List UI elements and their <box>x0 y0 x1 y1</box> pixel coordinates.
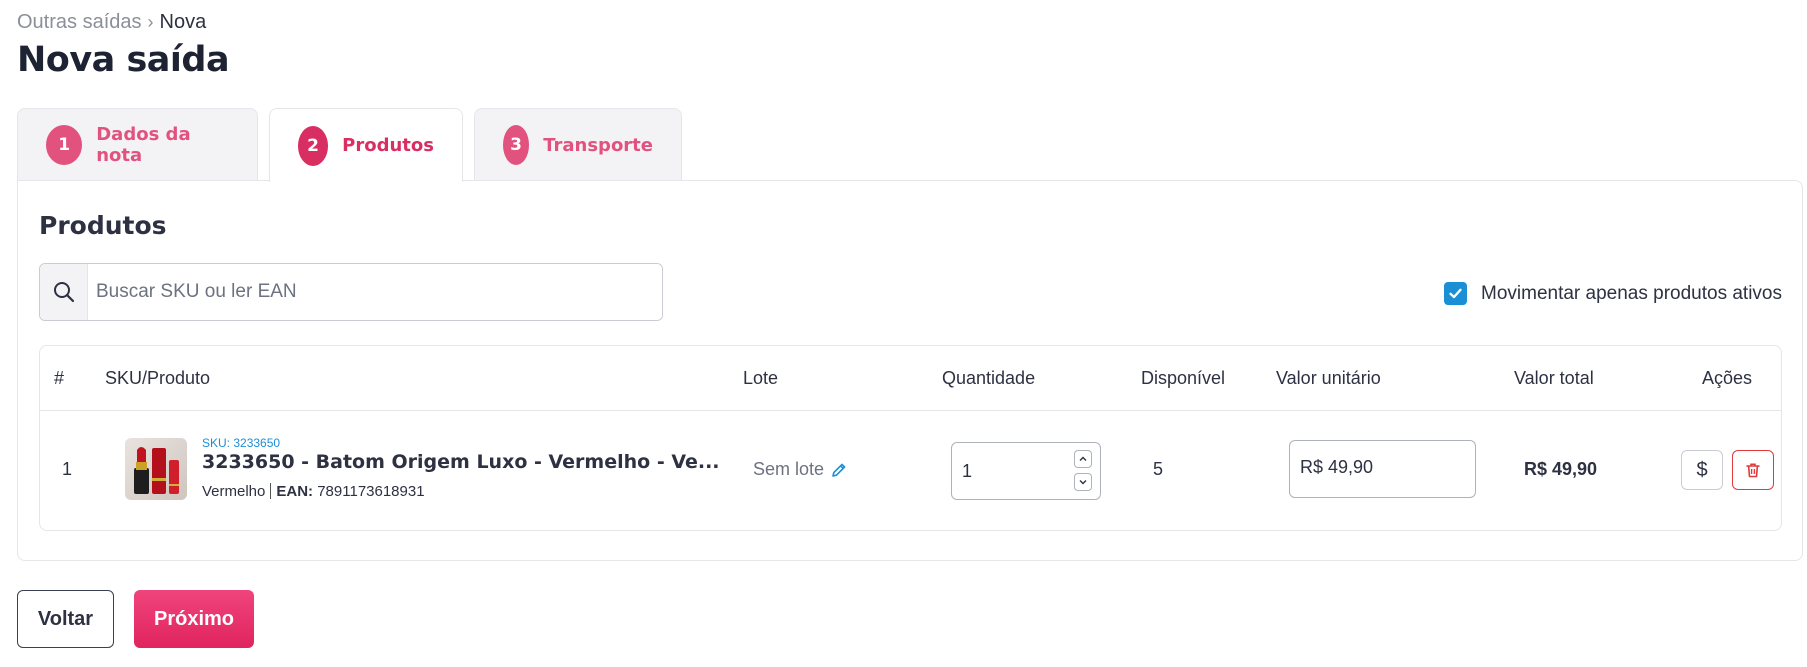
chevron-down-icon <box>1079 480 1087 485</box>
unit-price-input[interactable] <box>1300 457 1460 478</box>
products-table: # SKU/Produto Lote Quantidade Disponível… <box>39 345 1782 531</box>
lote-selector[interactable]: Sem lote <box>753 459 848 480</box>
tab-transporte[interactable]: 3 Transporte <box>474 108 682 181</box>
page-title: Nova saída <box>17 40 230 80</box>
lipstick-image-icon <box>134 447 179 494</box>
column-header-index: # <box>54 368 65 388</box>
column-header-quantidade: Quantidade <box>942 368 1036 388</box>
unit-price-field <box>1289 440 1476 498</box>
column-header-valor-total: Valor total <box>1514 368 1594 388</box>
column-header-lote: Lote <box>743 368 779 388</box>
active-only-filter: Movimentar apenas produtos ativos <box>1444 282 1782 305</box>
increment-button[interactable] <box>1074 450 1092 468</box>
product-ean: 7891173618931 <box>317 483 425 500</box>
decrement-button[interactable] <box>1074 473 1092 491</box>
total-value: R$ 49,90 <box>1524 459 1598 479</box>
product-sku: SKU: 3233650 <box>202 436 281 450</box>
lote-value: Sem lote <box>753 459 825 479</box>
tab-label: Dados da nota <box>96 124 191 166</box>
products-panel: Produtos Movimentar apenas produtos ativ… <box>17 180 1803 561</box>
step-tabs: 1 Dados da nota 2 Produtos 3 Transporte <box>17 108 682 182</box>
delete-button[interactable] <box>1732 450 1774 490</box>
breadcrumb-current: Nova <box>159 11 207 33</box>
tab-label: Produtos <box>342 135 434 156</box>
product-variant: Vermelho <box>202 483 266 500</box>
available-quantity: 5 <box>1153 459 1164 479</box>
column-header-disponivel: Disponível <box>1141 368 1226 388</box>
step-number-badge: 1 <box>46 125 83 165</box>
back-button[interactable]: Voltar <box>17 590 114 648</box>
product-meta: Vermelho EAN: 7891173618931 <box>202 483 425 500</box>
dollar-icon: $ <box>1696 458 1708 481</box>
quantity-stepper <box>951 442 1101 500</box>
price-button[interactable]: $ <box>1681 450 1723 490</box>
search-input[interactable] <box>88 264 662 320</box>
ean-label: EAN: <box>276 483 314 500</box>
breadcrumb: Outras saídas › Nova <box>17 11 206 34</box>
next-button[interactable]: Próximo <box>134 590 254 648</box>
tab-produtos[interactable]: 2 Produtos <box>269 108 463 182</box>
table-row: 1 SKU: 3233650 3233650 - Batom Origem Lu… <box>40 411 1781 530</box>
search-field <box>39 263 663 321</box>
breadcrumb-separator: › <box>147 12 154 32</box>
column-header-sku-product: SKU/Produto <box>105 368 211 388</box>
step-number-badge: 3 <box>503 125 530 165</box>
tab-dados-da-nota[interactable]: 1 Dados da nota <box>17 108 258 181</box>
chevron-up-icon <box>1079 456 1087 461</box>
product-thumbnail <box>125 438 187 500</box>
breadcrumb-parent-link[interactable]: Outras saídas <box>17 11 142 34</box>
quantity-input[interactable] <box>962 461 1062 482</box>
active-only-label: Movimentar apenas produtos ativos <box>1481 282 1782 304</box>
pencil-icon <box>832 463 846 477</box>
column-header-acoes: Ações <box>1702 368 1753 388</box>
column-header-valor-unitario: Valor unitário <box>1276 368 1381 388</box>
table-header: # SKU/Produto Lote Quantidade Disponível… <box>40 346 1781 411</box>
tab-label: Transporte <box>543 134 653 156</box>
section-title: Produtos <box>39 211 167 240</box>
check-icon <box>1449 288 1462 299</box>
active-only-checkbox[interactable] <box>1444 282 1467 305</box>
trash-icon <box>1746 463 1760 478</box>
step-number-badge: 2 <box>298 125 329 166</box>
row-index: 1 <box>62 459 73 479</box>
meta-divider <box>270 483 272 499</box>
search-icon[interactable] <box>40 264 88 320</box>
product-name: 3233650 - Batom Origem Luxo - Vermelho -… <box>202 451 720 473</box>
